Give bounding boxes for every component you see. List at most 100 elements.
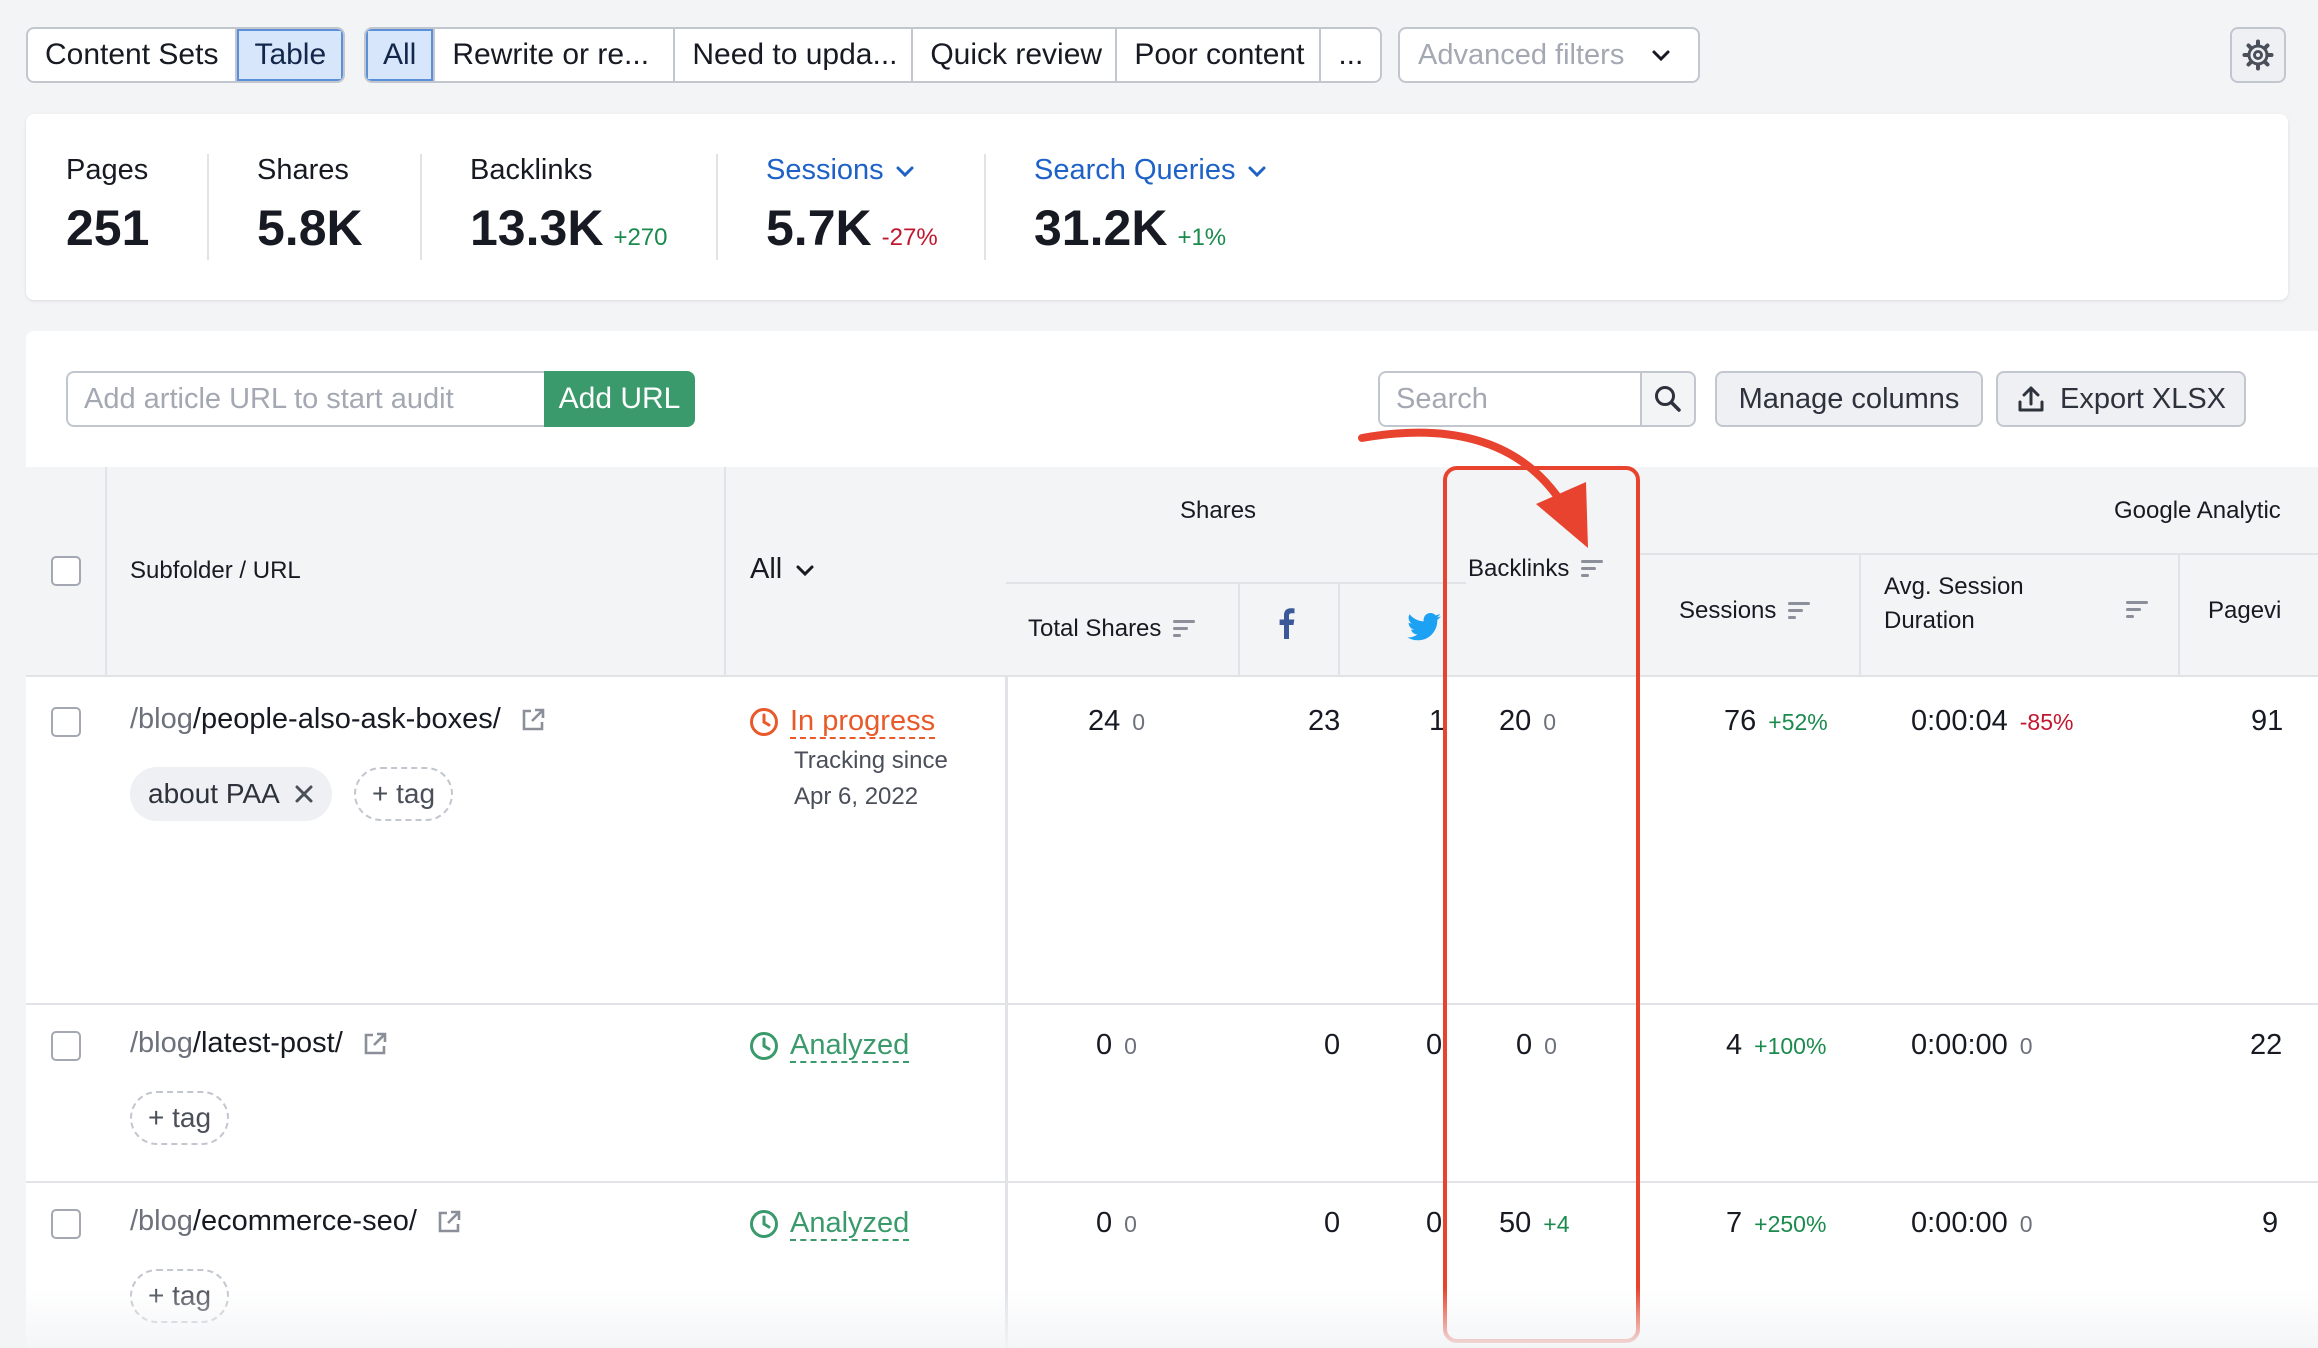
tab-content-sets[interactable]: Content Sets	[28, 29, 238, 81]
select-all-checkbox[interactable]	[51, 556, 81, 586]
filter-tab-quick-review[interactable]: Quick review	[913, 29, 1118, 81]
status-label: Analyzed	[790, 1207, 910, 1241]
sessions-metric-selector[interactable]: Sessions	[766, 154, 938, 187]
cell-delta: 0	[1124, 1211, 1137, 1237]
sort-icon[interactable]	[1173, 620, 1196, 638]
metric-shares: Shares 5.8K	[257, 154, 363, 257]
clock-icon	[750, 1032, 778, 1060]
status-label: Analyzed	[790, 1029, 910, 1063]
article-url-input[interactable]: Add article URL to start audit	[66, 371, 546, 427]
manage-columns-button[interactable]: Manage columns	[1715, 371, 1983, 427]
row-url[interactable]: /blog/latest-post/	[130, 1027, 389, 1060]
sort-icon[interactable]	[1788, 602, 1811, 620]
cell-delta: +250%	[1754, 1211, 1827, 1237]
url-slug: /ecommerce-seo/	[192, 1205, 417, 1237]
cell-delta: -85%	[2019, 709, 2074, 735]
cell-value: 4	[1726, 1029, 1743, 1061]
tag-chip[interactable]: about PAA	[130, 767, 332, 821]
column-label: Duration	[1884, 607, 1975, 634]
column-label: Avg. Session	[1884, 573, 2024, 600]
tab-table[interactable]: Table	[237, 29, 344, 81]
column-header-total-shares[interactable]: Total Shares	[1028, 615, 1196, 643]
url-folder: /blog	[130, 1027, 193, 1059]
row-url[interactable]: /blog/people-also-ask-boxes/	[130, 703, 547, 736]
metric-value: 251	[66, 200, 150, 256]
chevron-down-icon	[1652, 50, 1670, 62]
twitter-cell: 0	[1426, 1207, 1443, 1239]
filter-tab-more[interactable]: ...	[1321, 29, 1380, 81]
cell-value: 0	[1096, 1207, 1113, 1239]
total-shares-cell: 24 0	[1088, 705, 1145, 738]
column-group-shares: Shares	[1180, 497, 1257, 524]
external-link-icon[interactable]	[361, 1030, 389, 1058]
row-checkbox[interactable]	[51, 707, 81, 737]
cell-value: 24	[1088, 705, 1121, 737]
search-input[interactable]: Search	[1378, 371, 1642, 427]
backlinks-highlight-box	[1443, 466, 1640, 1343]
metric-value: 5.7K	[766, 200, 872, 256]
metric-label: Search Queries	[1034, 154, 1236, 186]
search-button[interactable]	[1640, 371, 1696, 427]
cell-delta: 0	[1132, 709, 1146, 735]
filter-tab-all[interactable]: All	[366, 29, 436, 81]
chevron-down-icon	[1248, 166, 1265, 177]
pageviews-cell: 9	[2262, 1207, 2279, 1239]
cell-delta: +52%	[1768, 709, 1828, 735]
divider	[207, 154, 209, 260]
advanced-filters-dropdown[interactable]: Advanced filters	[1398, 27, 1700, 83]
row-checkbox[interactable]	[51, 1209, 81, 1239]
url-folder: /blog	[130, 1205, 193, 1237]
row-url[interactable]: /blog/ecommerce-seo/	[130, 1205, 463, 1238]
avg-duration-cell: 0:00:00 0	[1911, 1207, 2033, 1240]
status-in-progress[interactable]: In progress	[748, 705, 936, 739]
cell-value: 76	[1724, 705, 1757, 737]
facebook-cell: 0	[1324, 1207, 1341, 1239]
filter-tab-poor-content[interactable]: Poor content	[1117, 29, 1322, 81]
cell-value: 0	[1096, 1029, 1113, 1061]
filter-tab-rewrite[interactable]: Rewrite or re...	[435, 29, 676, 81]
export-xlsx-button[interactable]: Export XLSX	[1996, 371, 2246, 427]
search-queries-metric-selector[interactable]: Search Queries	[1034, 154, 1268, 187]
tag-label: about PAA	[148, 778, 280, 809]
tracking-since-date: Apr 6, 2022	[794, 783, 919, 810]
status-filter-dropdown[interactable]: All	[750, 553, 816, 586]
summary-card: Pages 251 Shares 5.8K Backlinks 13.3K +2…	[26, 114, 2288, 300]
divider	[716, 154, 718, 260]
chevron-down-icon	[896, 166, 914, 177]
row-checkbox[interactable]	[51, 1031, 81, 1061]
column-header-facebook[interactable]	[1276, 607, 1296, 639]
settings-button[interactable]	[2230, 27, 2286, 83]
clock-icon	[750, 1210, 778, 1238]
metric-label: Backlinks	[470, 154, 593, 186]
clock-icon	[750, 708, 778, 736]
manage-columns-label: Manage columns	[1738, 382, 1960, 415]
column-header-avg-session-duration[interactable]: Avg. Session Duration	[1884, 573, 2024, 635]
metric-delta: -27%	[881, 224, 938, 251]
cell-delta: 0	[2019, 1033, 2033, 1059]
status-analyzed[interactable]: Analyzed	[748, 1207, 910, 1241]
external-link-icon[interactable]	[519, 706, 547, 734]
divider	[420, 154, 422, 260]
cell-value: 0:00:00	[1911, 1029, 2008, 1061]
sort-icon[interactable]	[2126, 601, 2148, 619]
status-label: In progress	[790, 705, 936, 739]
add-tag-button[interactable]: + tag	[354, 767, 454, 821]
cell-value: 7	[1726, 1207, 1743, 1239]
filter-tab-need-update[interactable]: Need to upda...	[675, 29, 914, 81]
twitter-icon	[1407, 613, 1441, 641]
status-analyzed[interactable]: Analyzed	[748, 1029, 910, 1063]
add-tag-button[interactable]: + tag	[130, 1091, 230, 1145]
sessions-cell: 4 +100%	[1726, 1029, 1826, 1062]
status-filter-label: All	[750, 553, 783, 585]
close-icon[interactable]	[294, 784, 314, 804]
column-header-sessions[interactable]: Sessions	[1679, 597, 1811, 625]
external-link-icon[interactable]	[435, 1208, 463, 1236]
gear-icon	[2242, 39, 2274, 71]
table-header: Subfolder / URL All Shares Total Shares …	[26, 467, 2318, 677]
column-header-url[interactable]: Subfolder / URL	[130, 557, 301, 585]
add-url-button[interactable]: Add URL	[544, 371, 695, 427]
column-header-pageviews[interactable]: Pagevi	[2208, 597, 2281, 625]
column-label: Sessions	[1679, 597, 1777, 624]
column-header-twitter[interactable]	[1407, 613, 1441, 641]
column-group-google-analytics: Google Analytic	[2114, 497, 2281, 524]
